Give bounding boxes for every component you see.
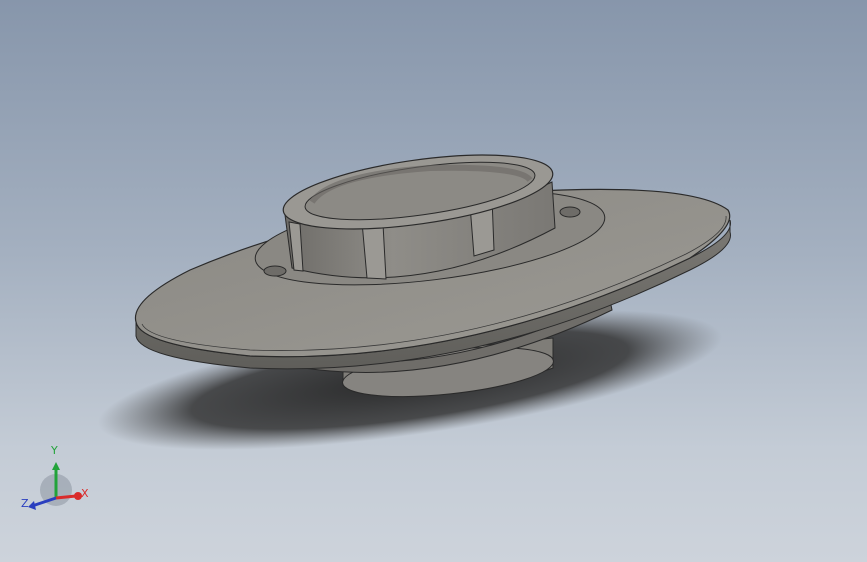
- orientation-triad: Y X Z: [21, 444, 89, 510]
- x-axis-arrow: [55, 494, 77, 500]
- graphics-viewport[interactable]: Y X Z: [0, 0, 867, 562]
- z-axis-label: Z: [21, 497, 29, 510]
- bolt-hole: [559, 206, 581, 218]
- z-axis-head: [28, 501, 36, 510]
- 3d-model[interactable]: [0, 0, 867, 562]
- bolt-hole: [263, 265, 287, 277]
- y-axis-label: Y: [50, 444, 58, 457]
- x-axis-label: X: [81, 487, 89, 500]
- y-axis-head: [52, 462, 60, 470]
